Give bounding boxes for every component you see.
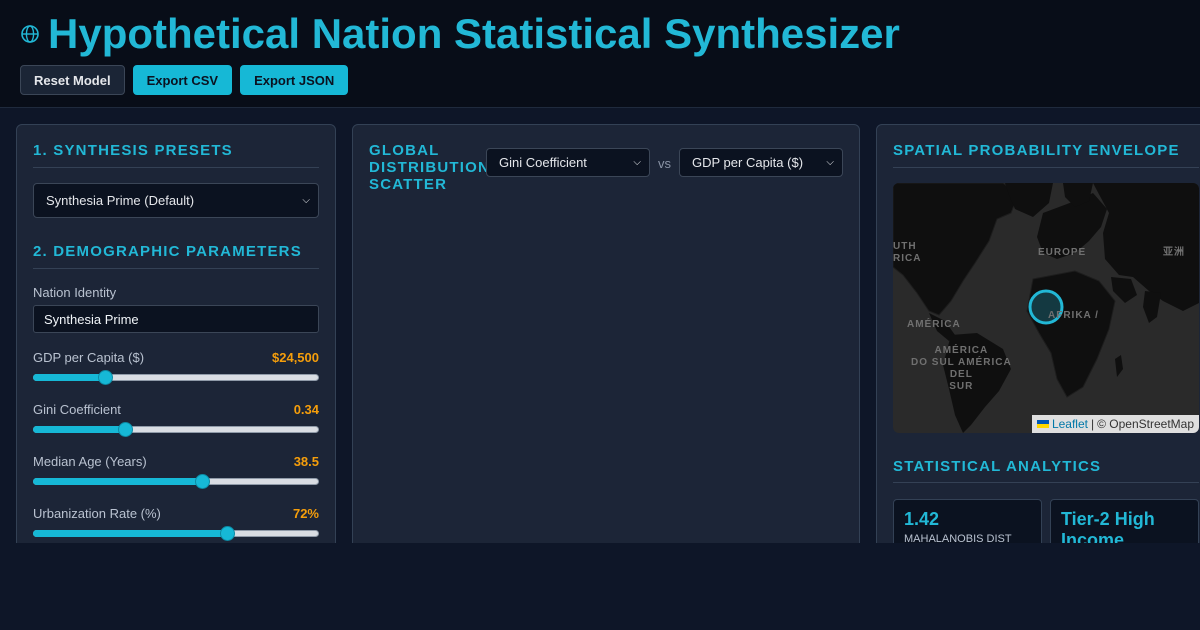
y-axis-select-value: GDP per Capita ($) — [692, 155, 804, 170]
urbanization-value: 72% — [292, 506, 319, 521]
reset-model-button[interactable]: Reset Model — [20, 65, 125, 95]
x-axis-select-value: Gini Coefficient — [499, 155, 587, 170]
income-tier-value: Tier-2 High Income — [1061, 509, 1155, 543]
analytics-heading: Statistical Analytics — [893, 458, 1102, 475]
slider-thumb[interactable] — [97, 370, 113, 385]
vs-label: vs — [658, 156, 671, 171]
map-label-europe: EUROPE — [1038, 247, 1087, 258]
map-label-africa: AFRIKA / — [1048, 310, 1099, 321]
slider-fill — [33, 478, 202, 485]
map-label-north-america: UTH RICA — [893, 241, 922, 264]
export-json-button[interactable]: Export JSON — [240, 65, 349, 95]
scatter-heading-line: Global — [369, 142, 440, 159]
median-age-label: Median Age (Years) — [33, 454, 147, 469]
globe-icon — [20, 24, 40, 44]
preset-select-value: Synthesia Prime (Default) — [46, 193, 195, 208]
scatter-heading: Global Distribution Scatter — [369, 142, 490, 193]
map-landmass — [893, 183, 1199, 433]
slider-thumb[interactable] — [194, 474, 210, 489]
slider-fill — [33, 530, 228, 537]
map-label-asia: 亚洲 — [1163, 247, 1185, 258]
parameters-panel: 1. Synthesis Presets Synthesia Prime (De… — [16, 124, 336, 543]
gini-label: Gini Coefficient — [33, 402, 121, 417]
slider-thumb[interactable] — [117, 422, 133, 437]
gdp-slider[interactable] — [33, 369, 319, 385]
scatter-panel: Global Distribution Scatter Gini Coeffic… — [352, 124, 860, 543]
export-csv-button[interactable]: Export CSV — [132, 65, 233, 95]
toolbar: Reset Model Export CSV Export JSON — [20, 65, 349, 95]
world-map[interactable]: UTH RICA EUROPE 亚洲 AMÉRICA AMÉRICA DO SUL … — [893, 183, 1199, 433]
demographics-divider — [33, 268, 319, 269]
preset-select[interactable]: Synthesia Prime (Default) ⌵ — [33, 183, 319, 218]
ukraine-flag-icon — [1036, 420, 1049, 428]
nation-identity-label: Nation Identity — [33, 285, 117, 300]
mahalanobis-value: 1.42 — [904, 509, 940, 529]
gini-value: 0.34 — [293, 402, 319, 417]
y-axis-select[interactable]: GDP per Capita ($) ⌵ — [679, 148, 843, 177]
chevron-down-icon: ⌵ — [633, 157, 641, 168]
chevron-down-icon: ⌵ — [826, 157, 834, 168]
gdp-label: GDP per Capita ($) — [33, 350, 145, 365]
analytics-divider — [893, 482, 1199, 483]
scatter-heading-line: Distribution — [369, 159, 491, 176]
urbanization-label: Urbanization Rate (%) — [33, 506, 161, 521]
x-axis-select[interactable]: Gini Coefficient ⌵ — [486, 148, 650, 177]
median-age-slider[interactable] — [33, 473, 319, 489]
leaflet-link[interactable]: Leaflet — [1052, 417, 1088, 431]
chevron-down-icon: ⌵ — [302, 195, 310, 206]
app-root: Hypothetical Nation Statistical Synthesi… — [0, 0, 1200, 543]
scatter-heading-line: Scatter — [369, 176, 448, 193]
slider-thumb[interactable] — [220, 526, 236, 541]
presets-divider — [33, 167, 319, 168]
presets-heading: 1. Synthesis Presets — [33, 142, 233, 159]
title-row: Hypothetical Nation Statistical Synthesi… — [20, 10, 900, 58]
urbanization-slider[interactable] — [33, 525, 319, 541]
median-age-value: 38.5 — [293, 454, 319, 469]
demographics-heading: 2. Demographic Parameters — [33, 243, 302, 260]
map-label-south-america: AMÉRICA DO SUL AMÉRICA DEL SUR — [911, 345, 1012, 392]
map-label-america: AMÉRICA — [907, 319, 961, 330]
map-heading: Spatial Probability Envelope — [893, 142, 1180, 159]
mahalanobis-stat-card: 1.42 MAHALANOBIS DIST — [893, 499, 1042, 543]
gdp-value: $24,500 — [272, 350, 319, 365]
slider-fill — [33, 426, 125, 433]
attribution-separator: | — [1090, 417, 1095, 431]
slider-fill — [33, 374, 105, 381]
map-attribution: Leaflet | © OpenStreetMap — [1031, 415, 1199, 433]
scatter-plot-area[interactable] — [369, 205, 843, 543]
gini-slider[interactable] — [33, 421, 319, 437]
nation-identity-input[interactable]: Synthesia Prime — [33, 305, 319, 333]
mahalanobis-caption: MAHALANOBIS DIST — [904, 533, 1012, 543]
page-title: Hypothetical Nation Statistical Synthesi… — [48, 10, 900, 57]
map-divider — [893, 167, 1199, 168]
osm-attribution: © OpenStreetMap — [1097, 417, 1194, 431]
app-header: Hypothetical Nation Statistical Synthesi… — [0, 0, 1200, 108]
income-tier-stat-card: Tier-2 High Income — [1050, 499, 1199, 543]
spatial-panel: Spatial Probability Envelope — [876, 124, 1200, 543]
